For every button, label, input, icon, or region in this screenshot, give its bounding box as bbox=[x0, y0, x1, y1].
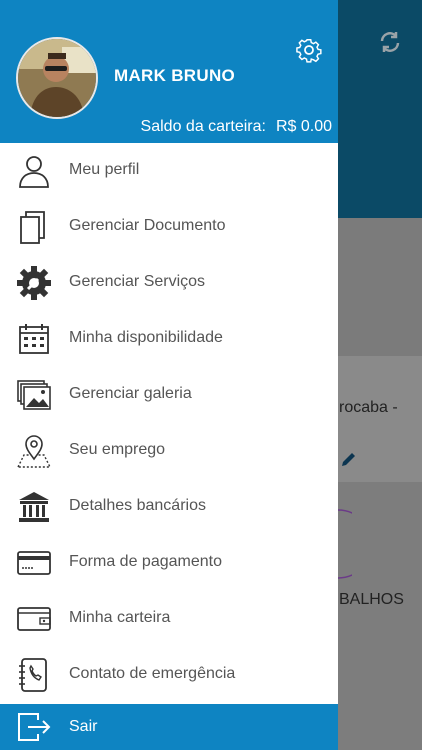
documents-icon bbox=[20, 211, 45, 244]
menu-item-label: Forma de pagamento bbox=[69, 553, 222, 570]
menu-item-emergency-contact[interactable]: Contato de emergência bbox=[0, 647, 338, 703]
bank-icon bbox=[19, 492, 49, 522]
background-jobs-text: BALHOS bbox=[339, 591, 404, 608]
gear-icon[interactable] bbox=[296, 37, 322, 63]
menu-item-documents[interactable]: Gerenciar Documento bbox=[0, 199, 338, 255]
menu-item-label: Seu emprego bbox=[69, 441, 166, 458]
avatar[interactable] bbox=[16, 37, 98, 119]
contact-book-icon bbox=[19, 658, 47, 692]
menu-item-label: Contato de emergência bbox=[69, 665, 236, 682]
menu-item-gallery[interactable]: Gerenciar galeria bbox=[0, 367, 338, 423]
logout-label: Sair bbox=[69, 718, 98, 735]
wrench-gear-icon bbox=[17, 266, 51, 300]
menu-item-wallet[interactable]: Minha carteira bbox=[0, 591, 338, 647]
wallet-icon bbox=[17, 607, 51, 631]
menu-item-availability[interactable]: Minha disponibilidade bbox=[0, 311, 338, 367]
logout-button[interactable]: Sair bbox=[0, 704, 338, 750]
menu-item-label: Gerenciar Serviços bbox=[69, 273, 206, 290]
edit-icon[interactable] bbox=[340, 450, 358, 468]
map-pin-icon bbox=[16, 435, 52, 468]
menu-item-job[interactable]: Seu emprego bbox=[0, 423, 338, 479]
menu-item-bank-details[interactable]: Detalhes bancários bbox=[0, 479, 338, 535]
menu-item-services[interactable]: Gerenciar Serviços bbox=[0, 255, 338, 311]
wallet-balance-value: R$ 0.00 bbox=[275, 118, 332, 135]
menu-item-label: Gerenciar Documento bbox=[69, 217, 226, 234]
navigation-drawer: MARK BRUNO Saldo da carteira: R$ 0.00 Meu… bbox=[0, 0, 338, 750]
wallet-balance: Saldo da carteira: R$ 0.00 bbox=[141, 118, 332, 136]
gallery-icon bbox=[17, 380, 51, 410]
logout-icon bbox=[18, 713, 51, 741]
background-location-text: rocaba - bbox=[339, 399, 398, 416]
menu-item-label: Gerenciar galeria bbox=[69, 385, 192, 402]
drawer-menu: Meu perfil Gerenciar Documento Gerenciar… bbox=[0, 143, 338, 703]
wallet-balance-label: Saldo da carteira: bbox=[140, 118, 266, 135]
menu-item-label: Detalhes bancários bbox=[69, 497, 206, 514]
menu-item-label: Minha carteira bbox=[69, 609, 171, 626]
menu-item-label: Minha disponibilidade bbox=[69, 329, 223, 346]
drawer-header: MARK BRUNO Saldo da carteira: R$ 0.00 bbox=[0, 0, 338, 143]
user-icon bbox=[19, 156, 49, 188]
menu-item-label: Meu perfil bbox=[69, 161, 140, 178]
user-name: MARK BRUNO bbox=[114, 66, 236, 85]
credit-card-icon bbox=[17, 551, 51, 575]
menu-item-profile[interactable]: Meu perfil bbox=[0, 143, 338, 199]
menu-item-payment-method[interactable]: Forma de pagamento bbox=[0, 535, 338, 591]
calendar-icon bbox=[19, 324, 49, 354]
refresh-icon[interactable] bbox=[378, 30, 402, 54]
